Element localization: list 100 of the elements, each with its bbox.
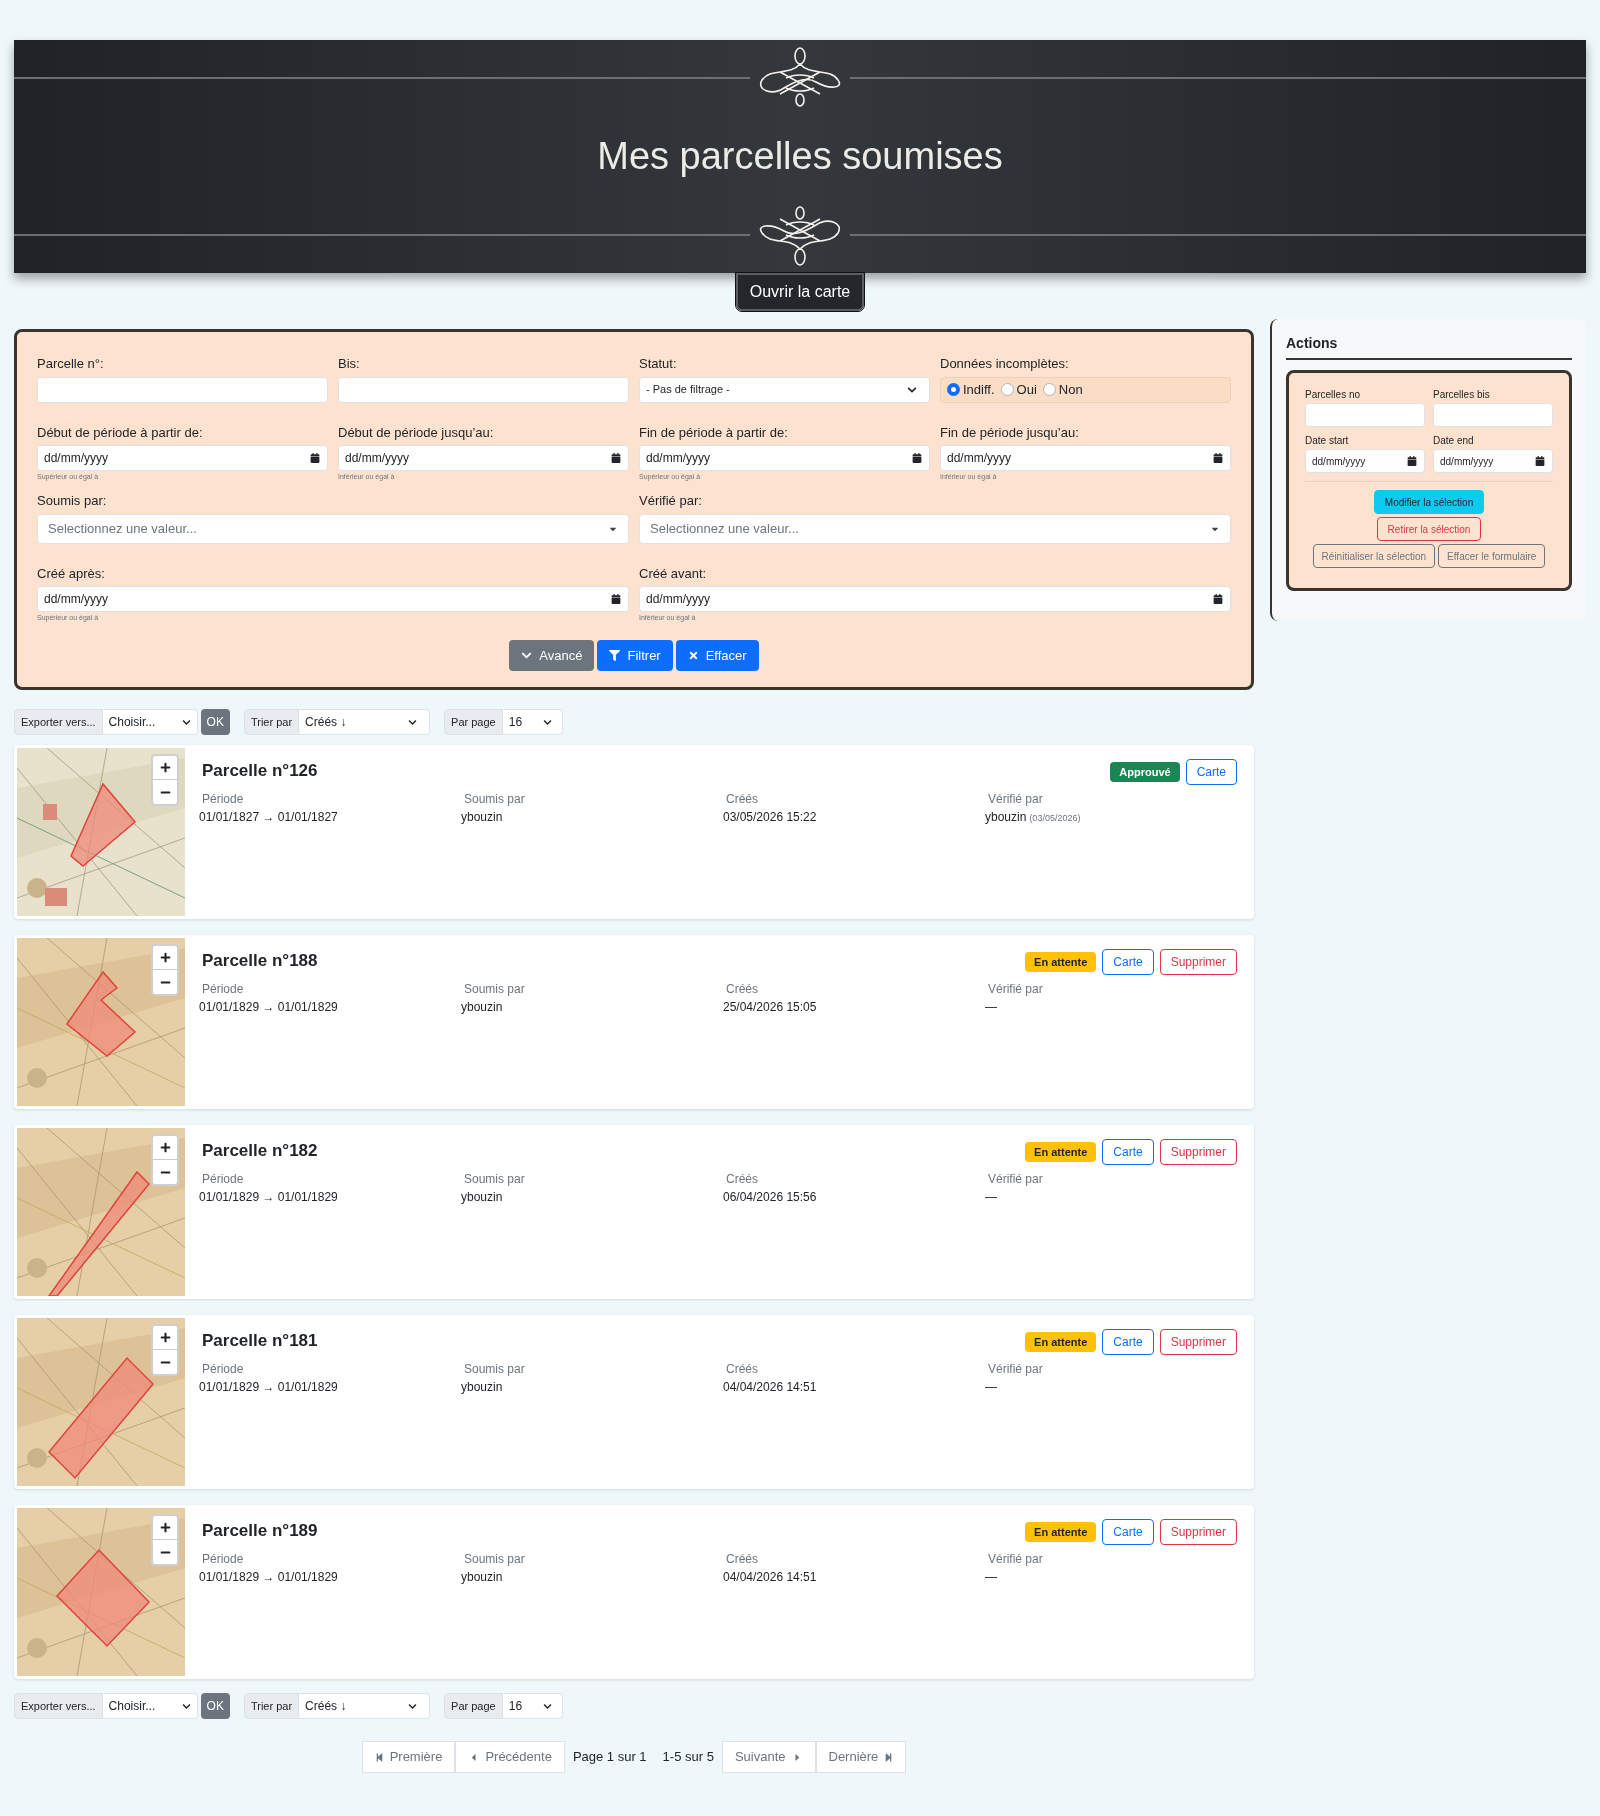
pagination-link[interactable]: Suivante xyxy=(721,1741,816,1773)
field-label: Parcelles no xyxy=(1305,388,1362,402)
field-value: — xyxy=(985,1189,997,1206)
clear-form-button[interactable]: Effacer le formulaire xyxy=(1438,544,1546,568)
export-select[interactable]: Choisir... xyxy=(102,709,198,735)
delete-button[interactable]: Supprimer xyxy=(1159,1139,1237,1165)
last-page-icon xyxy=(884,1752,894,1762)
field-label: Vérifié par xyxy=(988,981,1044,998)
field-label: Données incomplètes: xyxy=(940,355,1070,373)
open-map-button[interactable]: Ouvrir la carte xyxy=(735,273,865,311)
field-label: Soumis par xyxy=(464,1361,526,1378)
field-value: — xyxy=(985,999,997,1016)
chevron-icon xyxy=(408,1701,418,1711)
clear-button[interactable]: Effacer xyxy=(675,640,759,671)
field-value: ybouzin xyxy=(461,1189,503,1206)
delete-button[interactable]: Supprimer xyxy=(1159,949,1237,975)
radio-button[interactable] xyxy=(1042,383,1056,396)
plus-icon xyxy=(159,1522,171,1533)
chevron-icon xyxy=(521,650,533,661)
calendar-icon xyxy=(310,453,320,463)
field-label: Période xyxy=(202,1551,245,1568)
date-field[interactable]: dd/mm/yyyy xyxy=(37,586,629,612)
field-label: Soumis par xyxy=(464,981,526,998)
field-label: Créés xyxy=(726,1171,759,1188)
text-field[interactable] xyxy=(1433,403,1553,427)
field-value: 01/01/1829 → 01/01/1829 xyxy=(199,1569,338,1586)
ok-button[interactable]: OK xyxy=(200,1693,230,1719)
map-button[interactable]: Carte xyxy=(1185,759,1237,785)
page-info: Page 1 sur 1 xyxy=(571,1748,648,1767)
date-field[interactable]: dd/mm/yyyy xyxy=(1433,449,1553,473)
date-field[interactable]: dd/mm/yyyy xyxy=(37,445,328,471)
status-badge: En attente xyxy=(1025,951,1097,973)
per-page-select[interactable]: 16 xyxy=(502,709,563,735)
export-select[interactable]: Choisir... xyxy=(102,1693,198,1719)
date-field[interactable]: dd/mm/yyyy xyxy=(639,445,930,471)
status-select[interactable]: - Pas de filtrage - xyxy=(639,376,930,403)
advanced-button[interactable]: Avancé xyxy=(509,640,595,671)
field-label: Créés xyxy=(726,1551,759,1568)
radio-button[interactable] xyxy=(947,383,960,396)
field-label: Fin de période à partir de: xyxy=(639,423,789,442)
user-select[interactable]: Selectionnez une valeur... xyxy=(639,513,1231,544)
text-field[interactable] xyxy=(1305,403,1425,427)
page-info: 1-5 sur 5 xyxy=(661,1748,715,1767)
pagination-link[interactable]: Première xyxy=(361,1741,456,1773)
delete-button[interactable]: Supprimer xyxy=(1159,1519,1237,1545)
field-label: Vérifié par xyxy=(988,791,1044,808)
plus-icon xyxy=(159,952,171,963)
sort-select[interactable]: Créés ↓ xyxy=(299,1693,431,1719)
bis-field[interactable] xyxy=(338,376,629,403)
map-button[interactable]: Carte xyxy=(1102,949,1154,975)
pagination-link[interactable]: Précédente xyxy=(455,1741,565,1773)
remove-selection-button[interactable]: Retirer la sélection xyxy=(1376,517,1482,541)
ok-button[interactable]: OK xyxy=(200,709,230,735)
user-select[interactable]: Selectionnez une valeur... xyxy=(37,513,629,544)
field-value: 01/01/1829 → 01/01/1829 xyxy=(199,1189,338,1206)
field-label: Vérifié par xyxy=(988,1551,1044,1568)
plus-icon xyxy=(159,1142,171,1153)
field-label: Parcelle n°: xyxy=(37,355,105,373)
date-field[interactable]: dd/mm/yyyy xyxy=(1305,449,1425,473)
plus-icon xyxy=(159,1332,171,1343)
map-button[interactable]: Carte xyxy=(1102,1329,1154,1355)
calendar-icon xyxy=(1407,456,1417,466)
chevron-icon xyxy=(542,717,552,727)
field-label: Créé avant: xyxy=(639,564,708,583)
parcel-title: Parcelle n°181 xyxy=(202,1330,318,1352)
per-page-label: Par page xyxy=(444,709,503,735)
field-label: Date end xyxy=(1433,434,1475,448)
field-value: 01/01/1829 → 01/01/1829 xyxy=(199,999,338,1016)
field-label: Statut: xyxy=(639,355,678,373)
field-label: Début de période à partir de: xyxy=(37,423,204,442)
status-badge: En attente xyxy=(1025,1331,1097,1353)
close-icon xyxy=(687,650,699,661)
chevron-icon xyxy=(181,1701,191,1711)
pagination-link[interactable]: Dernière xyxy=(815,1741,907,1773)
field-value: 01/01/1827 → 01/01/1827 xyxy=(199,809,338,826)
sort-label: Trier par xyxy=(243,1693,300,1719)
reset-selection-button[interactable]: Réinitialiser la sélection xyxy=(1312,544,1436,568)
export-label: Exporter vers... xyxy=(14,709,103,735)
field-value: ybouzin xyxy=(461,1569,503,1586)
actions-title: Actions xyxy=(1286,333,1572,360)
parcel-number-field[interactable] xyxy=(37,376,328,403)
field-label: Soumis par xyxy=(464,791,526,808)
date-field[interactable]: dd/mm/yyyy xyxy=(940,445,1231,471)
field-label: Soumis par xyxy=(464,1551,526,1568)
modify-selection-button[interactable]: Modifier la sélection xyxy=(1373,490,1485,514)
per-page-select[interactable]: 16 xyxy=(502,1693,563,1719)
delete-button[interactable]: Supprimer xyxy=(1159,1329,1237,1355)
date-field[interactable]: dd/mm/yyyy xyxy=(639,586,1231,612)
radio-button[interactable] xyxy=(1000,383,1014,396)
map-button[interactable]: Carte xyxy=(1102,1139,1154,1165)
sort-label: Trier par xyxy=(243,709,300,735)
field-value: 25/04/2026 15:05 xyxy=(723,999,817,1016)
calendar-icon xyxy=(912,453,922,463)
filter-button[interactable]: Filtrer xyxy=(597,640,673,671)
field-value: 01/01/1829 → 01/01/1829 xyxy=(199,1379,338,1396)
sort-select[interactable]: Créés ↓ xyxy=(299,709,431,735)
field-label: Vérifié par: xyxy=(639,492,703,510)
first-page-icon xyxy=(374,1752,384,1762)
date-field[interactable]: dd/mm/yyyy xyxy=(338,445,629,471)
map-button[interactable]: Carte xyxy=(1102,1519,1154,1545)
